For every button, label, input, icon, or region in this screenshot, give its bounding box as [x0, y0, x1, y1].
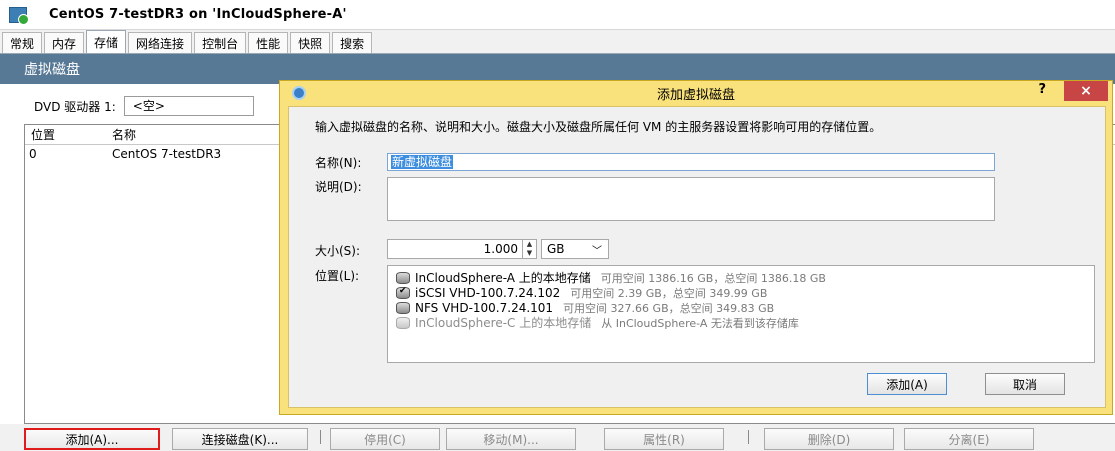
tab-general[interactable]: 常规 — [2, 32, 43, 53]
storage-location-list[interactable]: InCloudSphere-A 上的本地存储 可用空间 1386.16 GB，总… — [387, 265, 1095, 363]
tab-bar: 常规 内存 存储 网络连接 控制台 性能 快照 搜索 — [0, 30, 1115, 54]
list-item[interactable]: NFS VHD-100.7.24.101 可用空间 327.66 GB，总空间 … — [388, 300, 1094, 315]
cancel-button[interactable]: 取消 — [985, 373, 1065, 395]
add-virtual-disk-dialog: 添加虚拟磁盘 ? × 输入虚拟磁盘的名称、说明和大小。磁盘大小及磁盘所属任何 V… — [279, 80, 1113, 415]
location-info: 从 InCloudSphere-A 无法看到该存储库 — [601, 316, 799, 330]
add-disk-button[interactable]: 添加(A)... — [24, 428, 160, 450]
dvd-drive-select[interactable]: <空> — [123, 96, 254, 116]
tab-search[interactable]: 搜索 — [332, 32, 373, 53]
window-titlebar: CentOS 7-testDR3 on 'InCloudSphere-A' — [0, 0, 1115, 30]
tab-networking[interactable]: 网络连接 — [128, 32, 193, 53]
dvd-drive-label: DVD 驱动器 1: — [34, 99, 116, 114]
dialog-title: 添加虚拟磁盘 — [656, 88, 735, 103]
location-info: 可用空间 1386.16 GB，总空间 1386.18 GB — [600, 271, 826, 285]
detach-button[interactable]: 分离(E) — [904, 428, 1034, 450]
attach-disk-button[interactable]: 连接磁盘(K)... — [172, 428, 308, 450]
deactivate-button[interactable]: 停用(C) — [330, 428, 440, 450]
tab-storage[interactable]: 存储 — [86, 30, 127, 53]
size-spinner[interactable]: ▲ ▼ — [522, 240, 536, 258]
toolbar-separator — [748, 430, 749, 444]
storage-icon — [396, 271, 410, 284]
list-item[interactable]: iSCSI VHD-100.7.24.102 可用空间 2.39 GB，总空间 … — [388, 285, 1094, 300]
vm-app-icon — [9, 6, 29, 25]
dialog-description: 输入虚拟磁盘的名称、说明和大小。磁盘大小及磁盘所属任何 VM 的主服务器设置将影… — [315, 120, 882, 134]
storage-icon — [396, 301, 410, 314]
section-title: 虚拟磁盘 — [24, 62, 80, 78]
disk-action-bar: 添加(A)... 连接磁盘(K)... 停用(C) 移动(M)... 属性(R)… — [0, 424, 1115, 451]
toolbar-separator — [320, 430, 321, 444]
tab-snapshots[interactable]: 快照 — [290, 32, 331, 53]
spin-down-icon[interactable]: ▼ — [527, 249, 532, 258]
close-icon[interactable]: × — [1064, 81, 1108, 101]
dvd-drive-row: DVD 驱动器 1: <空> — [34, 96, 254, 116]
disk-size-value: 1.000 — [483, 242, 518, 256]
tab-memory[interactable]: 内存 — [44, 32, 85, 53]
tab-performance[interactable]: 性能 — [248, 32, 289, 53]
location-name: iSCSI VHD-100.7.24.102 — [415, 285, 561, 300]
name-label: 名称(N): — [315, 156, 362, 170]
tab-console[interactable]: 控制台 — [194, 32, 247, 53]
help-icon[interactable]: ? — [1038, 82, 1046, 97]
storage-icon — [396, 316, 410, 329]
description-label: 说明(D): — [315, 180, 362, 194]
add-button[interactable]: 添加(A) — [867, 373, 947, 395]
disk-name-value: 新虚拟磁盘 — [391, 155, 454, 169]
location-name: InCloudSphere-C 上的本地存储 — [415, 316, 592, 330]
dialog-titlebar[interactable]: 添加虚拟磁盘 ? × — [280, 81, 1112, 106]
chevron-down-icon: ﹀ — [592, 246, 602, 257]
delete-button[interactable]: 删除(D) — [764, 428, 894, 450]
column-position[interactable]: 位置 — [25, 126, 112, 143]
size-unit-select[interactable]: GB ﹀ — [541, 239, 609, 259]
list-item[interactable]: InCloudSphere-A 上的本地存储 可用空间 1386.16 GB，总… — [388, 270, 1094, 285]
storage-default-icon — [396, 286, 410, 299]
disk-name-input[interactable]: 新虚拟磁盘 — [387, 153, 995, 171]
size-unit-value: GB — [547, 242, 565, 256]
location-info: 可用空间 2.39 GB，总空间 349.99 GB — [570, 286, 768, 300]
disk-position-cell: 0 — [29, 147, 37, 161]
location-label: 位置(L): — [315, 269, 360, 283]
properties-button[interactable]: 属性(R) — [604, 428, 724, 450]
disk-size-input[interactable]: 1.000 ▲ ▼ — [387, 239, 537, 259]
move-button[interactable]: 移动(M)... — [446, 428, 576, 450]
window-title: CentOS 7-testDR3 on 'InCloudSphere-A' — [49, 7, 347, 22]
disk-description-input[interactable] — [387, 177, 995, 221]
location-info: 可用空间 327.66 GB，总空间 349.83 GB — [563, 301, 775, 315]
location-name: InCloudSphere-A 上的本地存储 — [415, 271, 591, 285]
dialog-body: 输入虚拟磁盘的名称、说明和大小。磁盘大小及磁盘所属任何 VM 的主服务器设置将影… — [288, 106, 1106, 408]
list-item: InCloudSphere-C 上的本地存储 从 InCloudSphere-A… — [388, 315, 1094, 330]
spin-up-icon[interactable]: ▲ — [527, 240, 532, 249]
size-label: 大小(S): — [315, 244, 361, 258]
location-name: NFS VHD-100.7.24.101 — [415, 300, 554, 315]
